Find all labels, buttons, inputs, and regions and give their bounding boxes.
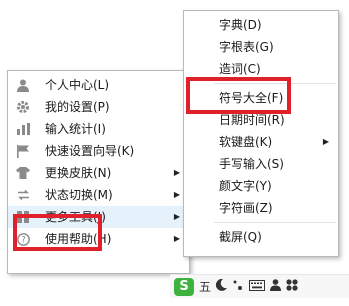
menu-item-label: 手写输入(S): [219, 157, 284, 171]
user-icon: [15, 77, 31, 93]
svg-text:?: ?: [21, 235, 26, 245]
submenu-arrow-icon: ▶: [322, 137, 329, 146]
submenu-item-create-word[interactable]: 造词(C): [184, 58, 338, 80]
menu-item-label: 使用帮助(H): [45, 232, 112, 246]
menu-item-input-stats[interactable]: 输入统计(I): [8, 118, 189, 140]
menu-item-status-switch[interactable]: 状态切换(M) ▶: [8, 184, 189, 206]
submenu-item-ascii-art[interactable]: 字符画(Z): [184, 197, 338, 219]
moon-icon[interactable]: [215, 278, 228, 294]
menu-item-label: 日期时间(R): [219, 113, 285, 127]
submenu-item-screenshot[interactable]: 截屏(Q): [184, 226, 338, 248]
submenu-arrow-icon: ▶: [173, 234, 180, 243]
punctuation-icon[interactable]: [232, 279, 244, 294]
submenu-item-radical-table[interactable]: 字根表(G): [184, 36, 338, 58]
menu-item-label: 个人中心(L): [45, 78, 110, 92]
menu-item-label: 字符画(Z): [219, 201, 273, 215]
menu-item-label: 软键盘(K): [219, 135, 273, 149]
submenu-arrow-icon: ▶: [173, 212, 180, 221]
menu-item-label: 截屏(Q): [219, 230, 262, 244]
bar-chart-icon: [15, 121, 31, 137]
shirt-icon: [15, 165, 31, 181]
menu-item-label: 颜文字(Y): [219, 179, 272, 193]
submenu-item-handwriting[interactable]: 手写输入(S): [184, 153, 338, 175]
menu-item-help[interactable]: ? 使用帮助(H) ▶: [8, 228, 189, 250]
submenu-item-emoticons[interactable]: 颜文字(Y): [184, 175, 338, 197]
menu-separator: [214, 83, 336, 84]
input-mode-label[interactable]: 五: [199, 278, 211, 295]
menu-item-label: 字典(D): [219, 18, 262, 32]
submenu-item-soft-keyboard[interactable]: 软键盘(K) ▶: [184, 131, 338, 153]
keyboard-icon[interactable]: [249, 279, 266, 294]
menu-item-label: 更换皮肤(N): [45, 166, 112, 180]
submenu-arrow-icon: ▶: [173, 190, 180, 199]
submenu-arrow-icon: ▶: [173, 168, 180, 177]
menu-item-personal-center[interactable]: 个人中心(L): [8, 74, 189, 96]
help-icon: ?: [15, 231, 31, 247]
menu-item-label: 输入统计(I): [45, 122, 106, 136]
menu-item-quick-setup-wizard[interactable]: 快速设置向导(K): [8, 140, 189, 162]
menu-item-my-settings[interactable]: 我的设置(P): [8, 96, 189, 118]
gear-icon: [15, 99, 31, 115]
menu-item-label: 字根表(G): [219, 40, 274, 54]
main-context-menu: 个人中心(L) 我的设置(P) 输入统计(I) 快速设置向导(K) 更换皮肤(N…: [7, 70, 190, 274]
flag-icon: [15, 143, 31, 159]
menu-item-change-skin[interactable]: 更换皮肤(N) ▶: [8, 162, 189, 184]
menu-item-label: 状态切换(M): [45, 188, 113, 202]
menu-item-label: 符号大全(F): [219, 91, 284, 105]
clover-icon[interactable]: [286, 279, 298, 294]
person-icon[interactable]: [270, 279, 282, 294]
menu-item-label: 我的设置(P): [45, 100, 110, 114]
submenu-item-dictionary[interactable]: 字典(D): [184, 14, 338, 36]
menu-item-more-tools[interactable]: 更多工具(J) ▶: [8, 206, 189, 228]
submenu-item-date-time[interactable]: 日期时间(R): [184, 109, 338, 131]
menu-item-label: 快速设置向导(K): [45, 144, 135, 158]
more-tools-submenu: 字典(D) 字根表(G) 造词(C) 符号大全(F) 日期时间(R) 软键盘(K…: [183, 10, 339, 257]
submenu-item-symbols[interactable]: 符号大全(F): [184, 87, 338, 109]
menu-item-label: 造词(C): [219, 62, 261, 76]
switch-icon: [15, 187, 31, 203]
menu-item-label: 更多工具(J): [45, 210, 106, 224]
menu-separator: [214, 222, 336, 223]
grid-icon: [15, 209, 31, 225]
ime-status-bar: S 五: [170, 274, 349, 298]
sogou-logo-icon[interactable]: S: [174, 277, 194, 296]
